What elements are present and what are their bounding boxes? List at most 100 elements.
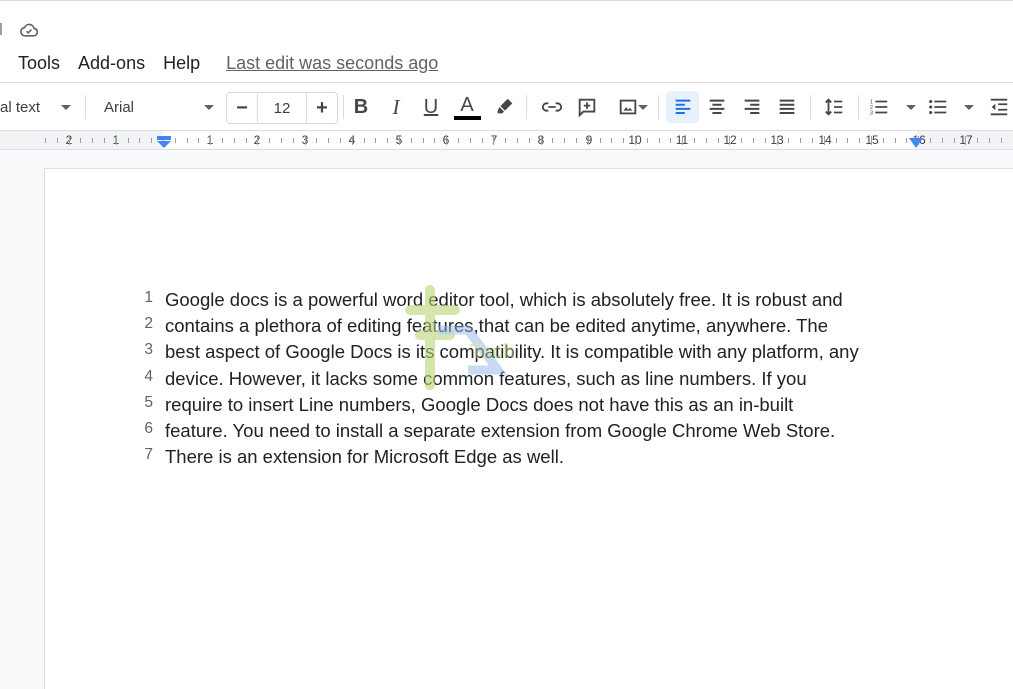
- ruler-tick: [517, 138, 518, 143]
- underline-button[interactable]: U: [416, 91, 446, 123]
- highlight-color-button[interactable]: [490, 91, 520, 123]
- bulleted-list-icon: [929, 99, 947, 115]
- align-left-button[interactable]: [666, 91, 699, 123]
- font-size-stepper: − 12 +: [226, 92, 338, 124]
- toolbar-divider: [858, 95, 859, 119]
- bulleted-list-button[interactable]: [927, 91, 979, 123]
- ruler-tick: [257, 136, 258, 145]
- italic-button[interactable]: I: [381, 91, 411, 123]
- ruler-tick: [80, 138, 81, 143]
- horizontal-ruler[interactable]: 211234567891011121314151617: [0, 130, 1013, 150]
- line-text[interactable]: Google docs is a powerful word editor to…: [165, 289, 843, 311]
- ruler-tick: [210, 136, 211, 145]
- ruler-tick: [883, 138, 884, 143]
- ruler-tick: [965, 136, 966, 145]
- add-comment-button[interactable]: [572, 91, 602, 123]
- chevron-down-icon: [638, 105, 648, 110]
- ruler-tick: [340, 138, 341, 143]
- ruler-tick: [139, 138, 140, 143]
- ruler-tick: [45, 138, 46, 143]
- font-family-select[interactable]: Arial: [104, 91, 216, 123]
- ruler-tick: [57, 138, 58, 143]
- svg-text:3: 3: [870, 110, 873, 116]
- ruler-tick: [387, 138, 388, 143]
- numbered-list-button[interactable]: 123: [868, 91, 920, 123]
- line-spacing-button[interactable]: [819, 91, 849, 123]
- ruler-tick: [989, 138, 990, 143]
- ruler-tick: [812, 138, 813, 143]
- right-indent-handle[interactable]: [908, 138, 924, 148]
- ruler-tick: [588, 136, 589, 145]
- ruler-label: 15: [865, 133, 879, 147]
- ruler-tick: [977, 138, 978, 143]
- ruler-tick: [316, 138, 317, 143]
- chevron-down-icon: [906, 105, 916, 110]
- align-right-button[interactable]: [737, 91, 767, 123]
- ruler-tick: [682, 136, 683, 145]
- ruler-tick: [529, 138, 530, 143]
- ruler-tick: [954, 138, 955, 143]
- decrease-indent-button[interactable]: [984, 91, 1013, 123]
- ruler-tick: [151, 138, 152, 143]
- line-text[interactable]: device. However, it lacks some common fe…: [165, 368, 807, 390]
- toolbar-divider: [810, 95, 811, 119]
- ruler-tick: [564, 138, 565, 143]
- chevron-down-icon: [61, 105, 71, 110]
- ruler-tick: [836, 138, 837, 143]
- ruler-tick: [847, 138, 848, 143]
- menu-addons[interactable]: Add-ons: [78, 51, 145, 76]
- line-text[interactable]: feature. You need to install a separate …: [165, 420, 835, 442]
- ruler-tick: [635, 136, 636, 145]
- decrease-indent-icon: [990, 98, 1008, 116]
- ruler-tick: [328, 138, 329, 143]
- align-justify-icon: [779, 99, 795, 114]
- ruler-tick: [116, 136, 117, 145]
- document-page[interactable]: 1 Google docs is a powerful word editor t…: [45, 169, 1013, 689]
- line-text[interactable]: contains a plethora of editing features,…: [165, 315, 828, 337]
- line-number: 5: [144, 393, 153, 411]
- ruler-tick: [69, 136, 70, 145]
- paragraph-style-value: al text: [0, 98, 41, 116]
- line-text[interactable]: best aspect of Google Docs is its compat…: [165, 341, 859, 363]
- ruler-label: 12: [723, 133, 737, 147]
- underline-icon: U: [423, 95, 439, 118]
- line-text[interactable]: require to insert Line numbers, Google D…: [165, 394, 793, 416]
- font-size-input[interactable]: 12: [257, 93, 307, 123]
- align-center-button[interactable]: [702, 91, 732, 123]
- numbered-list-icon: 123: [870, 99, 888, 116]
- decrease-font-size-button[interactable]: −: [227, 93, 257, 123]
- window-edge: [0, 23, 2, 35]
- toolbar-divider: [343, 95, 344, 119]
- insert-image-button[interactable]: [607, 91, 649, 123]
- increase-font-size-button[interactable]: +: [307, 93, 337, 123]
- menu-help[interactable]: Help: [163, 51, 200, 76]
- add-comment-icon: [578, 98, 596, 118]
- ruler-tick: [222, 138, 223, 143]
- align-center-icon: [709, 99, 725, 114]
- chevron-down-icon: [204, 105, 214, 110]
- left-indent-handle[interactable]: [156, 136, 172, 148]
- align-left-icon: [675, 99, 690, 114]
- ruler-tick: [659, 138, 660, 143]
- bold-button[interactable]: B: [346, 91, 376, 123]
- ruler-tick: [611, 138, 612, 143]
- ruler-tick: [128, 138, 129, 143]
- ruler-tick: [777, 136, 778, 145]
- justify-button[interactable]: [772, 91, 802, 123]
- ruler-tick: [375, 138, 376, 143]
- ruler-tick: [871, 136, 872, 145]
- menu-tools[interactable]: Tools: [18, 51, 60, 76]
- line-number: 1: [144, 289, 153, 306]
- ruler-label: 9: [585, 133, 593, 147]
- line-text[interactable]: There is an extension for Microsoft Edge…: [165, 446, 564, 468]
- ruler-tick: [104, 138, 105, 143]
- chevron-down-icon: [964, 105, 974, 110]
- insert-link-button[interactable]: [537, 91, 567, 123]
- last-edit-link[interactable]: Last edit was seconds ago: [226, 53, 438, 74]
- ruler-tick: [305, 136, 306, 145]
- ruler-tick: [446, 136, 447, 145]
- ruler-label: 7: [490, 133, 498, 147]
- cloud-saved-icon[interactable]: [19, 20, 39, 40]
- paragraph-style-select[interactable]: al text: [0, 91, 75, 123]
- text-color-button[interactable]: A: [452, 91, 482, 123]
